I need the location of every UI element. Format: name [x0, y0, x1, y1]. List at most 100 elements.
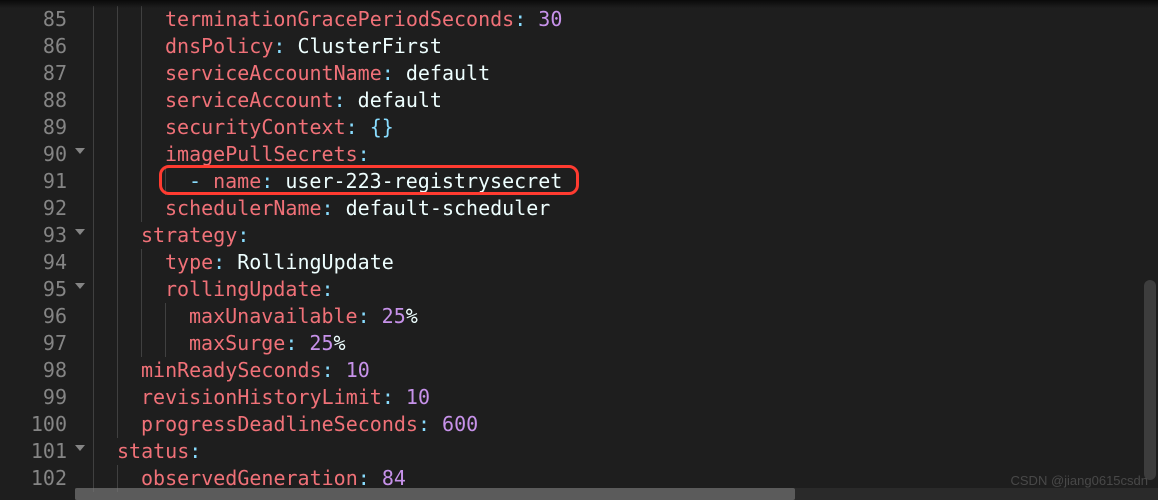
token: : — [418, 412, 430, 436]
horizontal-scrollbar-track[interactable] — [75, 488, 1158, 500]
token: minReadySeconds — [141, 358, 322, 382]
horizontal-scrollbar-thumb[interactable] — [75, 488, 795, 500]
line-number: 89 — [0, 114, 75, 141]
token: 10 — [346, 358, 370, 382]
indent-guide — [93, 168, 94, 195]
token: default-scheduler — [334, 196, 551, 220]
indent-guide — [117, 87, 118, 114]
token: 84 — [382, 466, 406, 490]
indent-guide — [165, 303, 166, 330]
line-number-gutter: 858687888990919293949596979899100101102 — [0, 0, 75, 500]
indent-guide — [141, 141, 142, 168]
token — [334, 358, 346, 382]
code-line[interactable]: progressDeadlineSeconds: 600 — [93, 411, 1158, 438]
indent-guide — [93, 141, 94, 168]
line-number: 98 — [0, 357, 75, 384]
line-number: 102 — [0, 465, 75, 492]
indent-guide — [141, 330, 142, 357]
indent-guide — [141, 276, 142, 303]
indent-guide — [117, 114, 118, 141]
indent-guide — [93, 330, 94, 357]
indent-guide — [93, 303, 94, 330]
code-line[interactable]: minReadySeconds: 10 — [93, 357, 1158, 384]
code-line[interactable]: maxSurge: 25% — [93, 330, 1158, 357]
indent-guide — [93, 357, 94, 384]
token: : — [358, 142, 370, 166]
indent-guide — [93, 411, 94, 438]
line-number: 97 — [0, 330, 75, 357]
token: revisionHistoryLimit — [141, 385, 382, 409]
token: : — [189, 439, 201, 463]
indent-guide — [93, 114, 94, 141]
indent-guide — [93, 384, 94, 411]
token: user-223-registrysecret — [273, 169, 562, 193]
indent-guide — [93, 222, 94, 249]
token: : — [322, 196, 334, 220]
indent-guide — [141, 114, 142, 141]
code-line[interactable]: imagePullSecrets: — [93, 141, 1158, 168]
code-line[interactable]: revisionHistoryLimit: 10 — [93, 384, 1158, 411]
token: RollingUpdate — [225, 250, 394, 274]
token — [430, 412, 442, 436]
token: default — [346, 88, 442, 112]
indent-guide — [93, 438, 94, 465]
code-line[interactable]: securityContext: {} — [93, 114, 1158, 141]
token: progressDeadlineSeconds — [141, 412, 418, 436]
token — [526, 7, 538, 31]
code-line[interactable]: status: — [93, 438, 1158, 465]
code-line[interactable]: schedulerName: default-scheduler — [93, 195, 1158, 222]
line-number: 99 — [0, 384, 75, 411]
indent-guide — [117, 141, 118, 168]
token: : — [273, 34, 285, 58]
indent-guide — [141, 60, 142, 87]
token: serviceAccountName — [165, 61, 382, 85]
token: 10 — [406, 385, 430, 409]
code-editor[interactable]: 858687888990919293949596979899100101102 … — [0, 0, 1158, 500]
code-line[interactable]: serviceAccount: default — [93, 87, 1158, 114]
code-line[interactable]: serviceAccountName: default — [93, 60, 1158, 87]
line-number: 85 — [0, 6, 75, 33]
token: default — [394, 61, 490, 85]
code-line[interactable]: rollingUpdate: — [93, 276, 1158, 303]
token: maxUnavailable — [189, 304, 358, 328]
indent-guide — [93, 195, 94, 222]
watermark: CSDN @jiang0615csdn — [1011, 467, 1149, 494]
code-line[interactable]: maxUnavailable: 25% — [93, 303, 1158, 330]
token — [370, 304, 382, 328]
token: : — [237, 223, 249, 247]
code-line[interactable]: strategy: — [93, 222, 1158, 249]
token: : — [322, 358, 334, 382]
code-area[interactable]: terminationGracePeriodSeconds: 30dnsPoli… — [75, 0, 1158, 500]
token: strategy — [141, 223, 237, 247]
indent-guide — [93, 87, 94, 114]
indent-guide — [117, 249, 118, 276]
code-line[interactable]: terminationGracePeriodSeconds: 30 — [93, 6, 1158, 33]
indent-guide — [117, 411, 118, 438]
token: : — [334, 88, 346, 112]
code-line[interactable]: dnsPolicy: ClusterFirst — [93, 33, 1158, 60]
indent-guide — [93, 33, 94, 60]
vertical-scrollbar[interactable] — [1144, 280, 1156, 480]
line-number: 92 — [0, 195, 75, 222]
code-line[interactable]: - name: user-223-registrysecret — [93, 168, 1158, 195]
indent-guide — [165, 168, 166, 195]
line-number: 94 — [0, 249, 75, 276]
indent-guide — [117, 303, 118, 330]
token — [394, 385, 406, 409]
token: status — [117, 439, 189, 463]
line-number: 101 — [0, 438, 75, 465]
indent-guide — [117, 60, 118, 87]
indent-guide — [141, 33, 142, 60]
token: imagePullSecrets — [165, 142, 358, 166]
token: : — [322, 277, 334, 301]
line-number: 87 — [0, 60, 75, 87]
token: 25 — [382, 304, 406, 328]
token: : — [358, 304, 370, 328]
token: ClusterFirst — [285, 34, 442, 58]
indent-guide — [165, 330, 166, 357]
indent-guide — [141, 195, 142, 222]
token: : — [382, 385, 394, 409]
code-line[interactable]: type: RollingUpdate — [93, 249, 1158, 276]
line-number: 86 — [0, 33, 75, 60]
indent-guide — [93, 276, 94, 303]
